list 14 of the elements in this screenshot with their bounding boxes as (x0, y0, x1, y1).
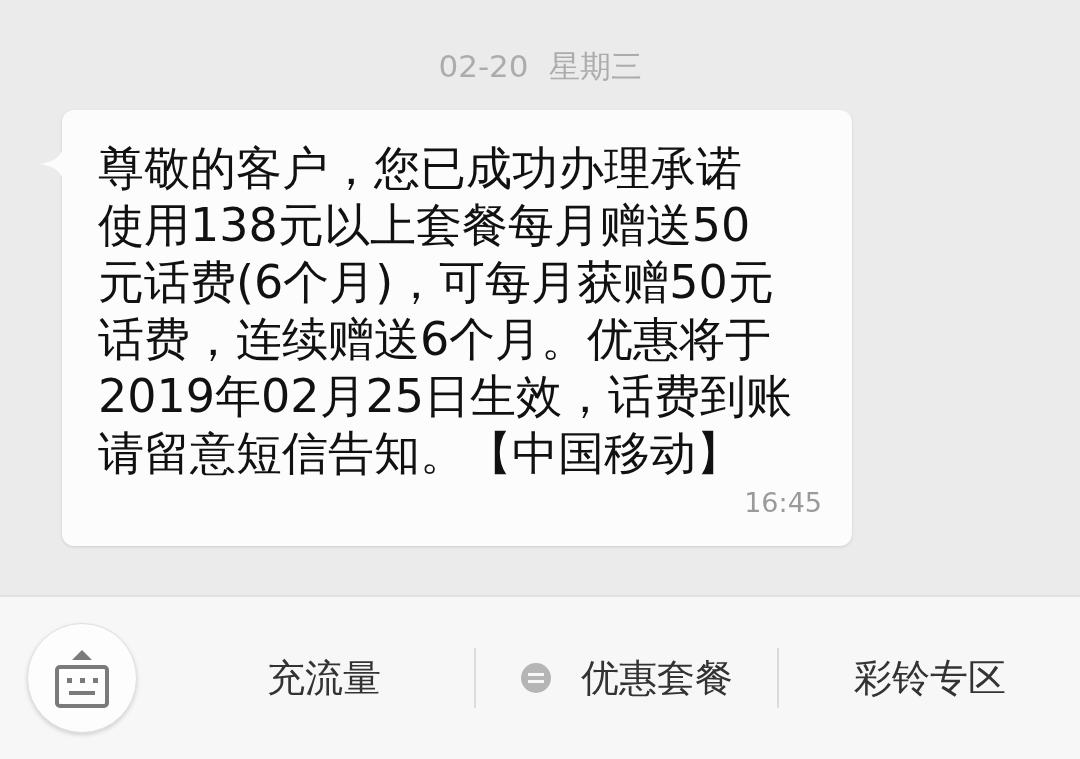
message-line: 元话费(6个月)，可每月获赠50元 (98, 254, 774, 311)
message-line: 话费，连续赠送6个月。优惠将于 (98, 311, 772, 368)
message-weekday: 星期三 (548, 47, 642, 86)
message-line: 尊敬的客户，您已成功办理承诺 (98, 140, 742, 197)
message-time: 16:45 (744, 486, 822, 520)
menu-button[interactable]: 充流量 (173, 646, 474, 710)
submenu-icon (520, 663, 551, 693)
message-line: 请留意短信告知。【中国移动】 (98, 425, 742, 482)
menu-button[interactable]: 优惠套餐 (476, 646, 777, 710)
message-line: 使用138元以上套餐每月赠送50 (98, 197, 751, 254)
keyboard-icon (54, 648, 110, 708)
menu-button[interactable]: 彩铃专区 (779, 646, 1080, 710)
message-line: 2019年02月25日生效，话费到账 (98, 368, 793, 425)
message-date: 02-20 (438, 47, 529, 86)
